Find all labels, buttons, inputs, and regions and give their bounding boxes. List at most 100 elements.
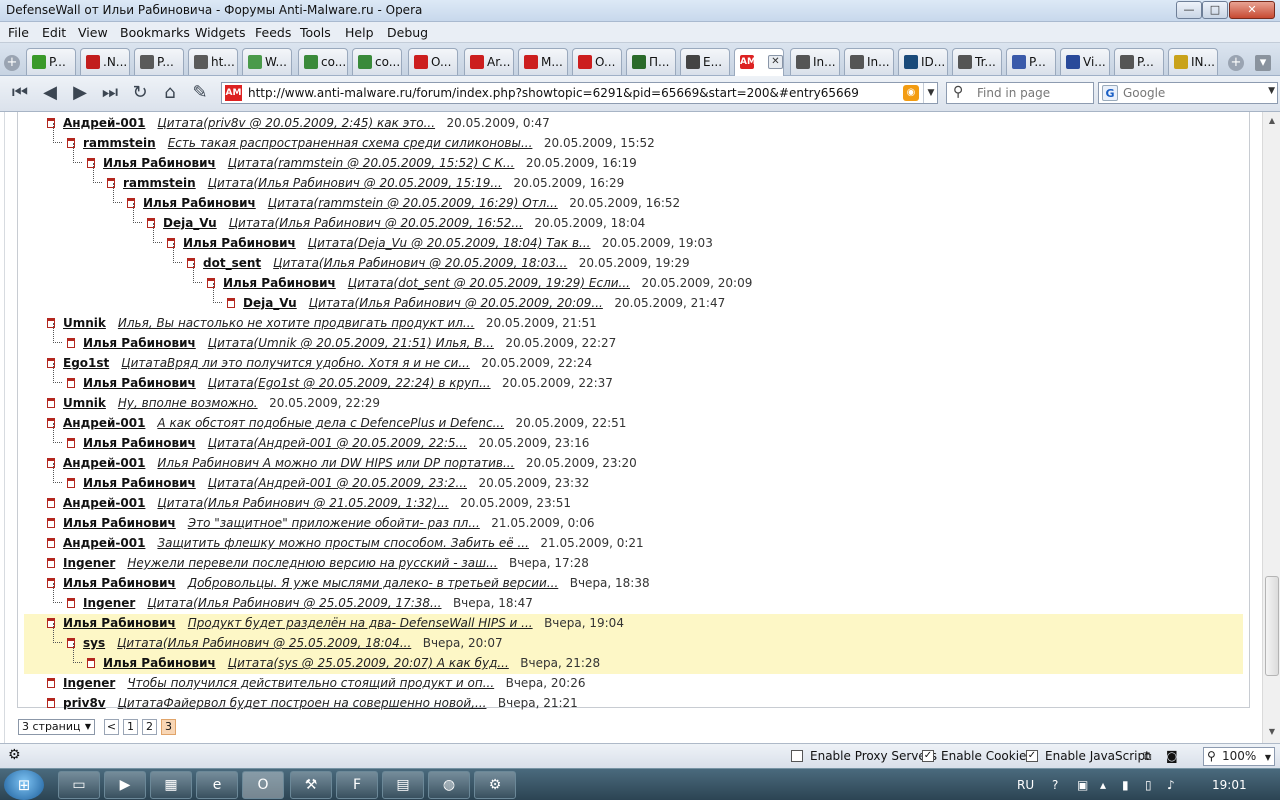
menu-tools[interactable]: Tools — [300, 25, 331, 40]
tab-close-icon[interactable]: ✕ — [768, 55, 783, 69]
tool-taskbar-icon[interactable]: ⚙ — [474, 771, 516, 799]
post-snippet-link[interactable]: Цитата(Илья Рабинович @ 20.05.2009, 20:0… — [309, 296, 603, 310]
post-author-link[interactable]: Deja_Vu — [163, 216, 217, 230]
reload-icon[interactable]: ↻ — [128, 82, 152, 104]
tab-15[interactable]: In... — [844, 48, 894, 75]
post-snippet-link[interactable]: Цитата(sys @ 25.05.2009, 20:07) А как бу… — [228, 656, 509, 670]
post-snippet-link[interactable]: Цитата(Ego1st @ 20.05.2009, 22:24) в кру… — [208, 376, 491, 390]
trash-icon[interactable]: ▾ — [1255, 55, 1271, 71]
rewind-icon[interactable]: ⏮ — [8, 82, 32, 104]
post-snippet-link[interactable]: Ну, вполне возможно. — [118, 396, 258, 410]
post-author-link[interactable]: Илья Рабинович — [83, 336, 196, 350]
post-snippet-link[interactable]: Добровольцы. Я уже мыслями далеко- в тре… — [188, 576, 559, 590]
close-window-button[interactable]: ✕ — [1229, 1, 1275, 19]
post-snippet-link[interactable]: Цитата(Umnik @ 20.05.2009, 21:51) Илья, … — [208, 336, 494, 350]
filezilla-taskbar-icon[interactable]: F — [336, 771, 378, 799]
maximize-button[interactable]: □ — [1202, 1, 1228, 19]
language-indicator[interactable]: RU — [1017, 778, 1034, 792]
tab-19[interactable]: Vi... — [1060, 48, 1110, 75]
post-author-link[interactable]: Илья Рабинович — [223, 276, 336, 290]
clock[interactable]: 19:01 — [1212, 778, 1247, 792]
tab-20[interactable]: P... — [1114, 48, 1164, 75]
new-tab-icon[interactable]: + — [1228, 55, 1244, 71]
post-snippet-link[interactable]: ЦитатаФайервол будет построен на соверше… — [118, 696, 487, 710]
menu-feeds[interactable]: Feeds — [255, 25, 291, 40]
post-author-link[interactable]: dot_sent — [203, 256, 261, 270]
javascript-checkbox[interactable]: ✓ — [1026, 750, 1038, 762]
media-taskbar-icon[interactable]: ▶ — [104, 771, 146, 799]
globe-taskbar-icon[interactable]: ◍ — [428, 771, 470, 799]
tab-4[interactable]: W... — [242, 48, 292, 75]
chevron-tray-icon[interactable]: ▴ — [1100, 778, 1106, 792]
menu-widgets[interactable]: Widgets — [195, 25, 246, 40]
post-snippet-link[interactable]: Илья Рабинович А можно ли DW HIPS или DP… — [157, 456, 514, 470]
post-author-link[interactable]: Deja_Vu — [243, 296, 297, 310]
post-author-link[interactable]: Андрей-001 — [63, 456, 145, 470]
tab-21[interactable]: IN... — [1168, 48, 1218, 75]
explorer-taskbar-icon[interactable]: ▭ — [58, 771, 100, 799]
speed-dial-icon[interactable]: ⧉ — [1143, 749, 1152, 764]
tab-18[interactable]: P... — [1006, 48, 1056, 75]
post-snippet-link[interactable]: Защитить флешку можно простым способом. … — [157, 536, 529, 550]
post-author-link[interactable]: Илья Рабинович — [83, 476, 196, 490]
page-3-current[interactable]: 3 — [161, 719, 176, 735]
ie-taskbar-icon[interactable]: e — [196, 771, 238, 799]
tab-6[interactable]: co... — [352, 48, 402, 75]
post-author-link[interactable]: Ego1st — [63, 356, 109, 370]
volume-tray-icon[interactable]: ♪ — [1167, 778, 1175, 792]
menu-file[interactable]: File — [8, 25, 29, 40]
post-snippet-link[interactable]: Цитата(Андрей-001 @ 20.05.2009, 22:5... — [208, 436, 467, 450]
pages-select[interactable]: 3 страниц ▼ — [18, 719, 95, 735]
tab-1[interactable]: .N... — [80, 48, 130, 75]
start-button[interactable]: ⊞ — [4, 770, 44, 800]
page-2[interactable]: 2 — [142, 719, 157, 735]
post-snippet-link[interactable]: Цитата(Илья Рабинович @ 25.05.2009, 18:0… — [117, 636, 411, 650]
post-author-link[interactable]: Андрей-001 — [63, 416, 145, 430]
minimize-button[interactable]: — — [1176, 1, 1202, 19]
post-snippet-link[interactable]: Чтобы получился действительно стоящий пр… — [127, 676, 494, 690]
post-snippet-link[interactable]: Цитата(Илья Рабинович @ 20.05.2009, 18:0… — [273, 256, 567, 270]
page-1[interactable]: 1 — [123, 719, 138, 735]
tab-2[interactable]: P... — [134, 48, 184, 75]
document-taskbar-icon[interactable]: ▤ — [382, 771, 424, 799]
proxy-checkbox[interactable] — [791, 750, 803, 762]
tab-17[interactable]: Tr... — [952, 48, 1002, 75]
post-author-link[interactable]: priv8v — [63, 696, 106, 710]
scroll-down-icon[interactable]: ▼ — [1265, 725, 1279, 739]
post-author-link[interactable]: Андрей-001 — [63, 536, 145, 550]
post-snippet-link[interactable]: Цитата(rammstein @ 20.05.2009, 15:52) С … — [228, 156, 515, 170]
post-snippet-link[interactable]: Цитата(Deja_Vu @ 20.05.2009, 18:04) Так … — [308, 236, 591, 250]
vertical-scrollbar[interactable]: ▲ ▼ — [1262, 112, 1280, 743]
post-snippet-link[interactable]: Цитата(Илья Рабинович @ 20.05.2009, 15:1… — [208, 176, 502, 190]
post-author-link[interactable]: Илья Рабинович — [103, 656, 216, 670]
tab-7[interactable]: O... — [408, 48, 458, 75]
post-author-link[interactable]: sys — [83, 636, 105, 650]
post-snippet-link[interactable]: ЦитатаВряд ли это получится удобно. Хотя… — [121, 356, 470, 370]
address-dropdown-icon[interactable]: ▼ — [923, 83, 938, 103]
menu-help[interactable]: Help — [345, 25, 374, 40]
post-author-link[interactable]: Ingener — [63, 676, 115, 690]
network-taskbar-icon[interactable]: ▦ — [150, 771, 192, 799]
post-author-link[interactable]: Илья Рабинович — [83, 376, 196, 390]
post-author-link[interactable]: Илья Рабинович — [103, 156, 216, 170]
post-snippet-link[interactable]: Продукт будет разделён на два- DefenseWa… — [188, 616, 533, 630]
back-icon[interactable]: ◀ — [38, 82, 62, 104]
opera-status-icon[interactable]: ⚙ — [8, 747, 21, 763]
post-author-link[interactable]: Umnik — [63, 396, 106, 410]
zoom-select[interactable]: ⚲ 100% ▼ — [1203, 747, 1275, 766]
post-author-link[interactable]: rammstein — [123, 176, 196, 190]
post-snippet-link[interactable]: Цитата(Илья Рабинович @ 21.05.2009, 1:32… — [157, 496, 448, 510]
tab-14[interactable]: In... — [790, 48, 840, 75]
search-dropdown-icon[interactable]: ▼ — [1268, 86, 1275, 96]
edit-pen-icon[interactable]: ✎ — [188, 82, 212, 104]
post-author-link[interactable]: Илья Рабинович — [63, 576, 176, 590]
post-snippet-link[interactable]: Цитата(dot_sent @ 20.05.2009, 19:29) Есл… — [348, 276, 630, 290]
app-tray-icon[interactable]: ▣ — [1077, 778, 1088, 792]
camera-icon[interactable]: ◙ — [1166, 749, 1178, 763]
forward-icon[interactable]: ▶ — [68, 82, 92, 104]
scroll-up-icon[interactable]: ▲ — [1265, 114, 1279, 128]
post-author-link[interactable]: Илья Рабинович — [63, 616, 176, 630]
post-author-link[interactable]: Андрей-001 — [63, 496, 145, 510]
cookies-checkbox[interactable]: ✓ — [922, 750, 934, 762]
find-in-page-input[interactable]: ⚲ Find in page — [946, 82, 1094, 104]
